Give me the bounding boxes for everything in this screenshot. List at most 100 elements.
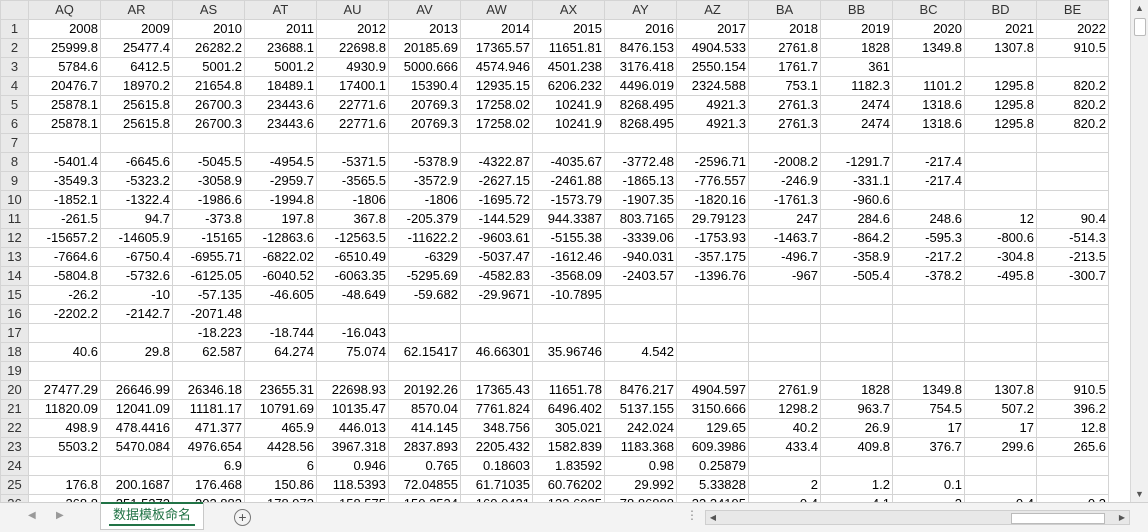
cell[interactable] [1036, 171, 1109, 191]
cell[interactable]: 2 [892, 494, 965, 502]
cell[interactable]: 305.021 [532, 418, 605, 438]
column-header[interactable]: BB [820, 0, 893, 20]
cell[interactable]: 2009 [100, 19, 173, 39]
cell[interactable] [100, 323, 173, 343]
cell[interactable] [820, 456, 893, 476]
select-all-corner[interactable] [0, 0, 29, 20]
cell[interactable]: -217.2 [892, 247, 965, 267]
cell[interactable]: 10241.9 [532, 95, 605, 115]
cell[interactable]: -261.5 [28, 209, 101, 229]
cell[interactable] [316, 133, 389, 153]
cell[interactable]: -1612.46 [532, 247, 605, 267]
cell[interactable]: 6206.232 [532, 76, 605, 96]
cell[interactable]: 1349.8 [892, 38, 965, 58]
cell[interactable]: -1753.93 [676, 228, 749, 248]
cell[interactable] [748, 456, 821, 476]
cell[interactable]: 242.024 [604, 418, 677, 438]
column-header[interactable]: BE [1036, 0, 1109, 20]
cell[interactable]: 3176.418 [604, 57, 677, 77]
cell[interactable]: -6125.05 [172, 266, 245, 286]
cell[interactable]: 23688.1 [244, 38, 317, 58]
cell[interactable]: 17258.02 [460, 114, 533, 134]
cell[interactable]: 0.765 [388, 456, 461, 476]
cell[interactable]: 94.7 [100, 209, 173, 229]
cell[interactable] [460, 304, 533, 324]
cell[interactable]: -5378.9 [388, 152, 461, 172]
cell[interactable] [820, 361, 893, 381]
cell[interactable]: -1806 [316, 190, 389, 210]
cell[interactable]: 478.4416 [100, 418, 173, 438]
cell[interactable]: 2 [748, 475, 821, 495]
column-header[interactable]: AX [532, 0, 605, 20]
cell[interactable]: 2012 [316, 19, 389, 39]
cell[interactable]: 35.96746 [532, 342, 605, 362]
cell[interactable]: 1295.8 [964, 76, 1037, 96]
cell[interactable]: 6.9 [172, 456, 245, 476]
cell[interactable]: 4428.56 [244, 437, 317, 457]
cell[interactable]: -6329 [388, 247, 461, 267]
cell[interactable]: 11651.81 [532, 38, 605, 58]
cell[interactable]: -378.2 [892, 266, 965, 286]
cell[interactable]: 803.7165 [604, 209, 677, 229]
cell[interactable]: -6040.52 [244, 266, 317, 286]
row-header[interactable]: 12 [0, 228, 29, 248]
cell[interactable] [244, 304, 317, 324]
cell[interactable]: 25878.1 [28, 95, 101, 115]
cell[interactable]: 248.6 [892, 209, 965, 229]
cell[interactable]: 22771.6 [316, 114, 389, 134]
cell[interactable]: 90.4 [1036, 209, 1109, 229]
cell[interactable]: 1307.8 [964, 38, 1037, 58]
cell[interactable]: 23443.6 [244, 95, 317, 115]
cell[interactable]: 2020 [892, 19, 965, 39]
cell[interactable]: 1828 [820, 38, 893, 58]
cell[interactable]: 0.18603 [460, 456, 533, 476]
cell[interactable]: -496.7 [748, 247, 821, 267]
cell[interactable]: -357.175 [676, 247, 749, 267]
cell[interactable]: 10791.69 [244, 399, 317, 419]
cell[interactable]: 1295.8 [964, 114, 1037, 134]
cell[interactable]: -6955.71 [172, 247, 245, 267]
cell[interactable]: -5804.8 [28, 266, 101, 286]
cell[interactable]: 2016 [604, 19, 677, 39]
cell[interactable]: 17 [964, 418, 1037, 438]
cell[interactable] [244, 361, 317, 381]
cell[interactable]: -1907.35 [604, 190, 677, 210]
cell[interactable]: 25615.8 [100, 95, 173, 115]
cell[interactable]: -2596.71 [676, 152, 749, 172]
cell[interactable]: 4921.3 [676, 95, 749, 115]
cell[interactable] [604, 304, 677, 324]
cell[interactable]: -59.682 [388, 285, 461, 305]
cell[interactable]: 2017 [676, 19, 749, 39]
cell[interactable] [892, 323, 965, 343]
cell[interactable]: 160.0421 [460, 494, 533, 502]
cell[interactable]: -6750.4 [100, 247, 173, 267]
cell[interactable]: 20185.69 [388, 38, 461, 58]
cell[interactable] [892, 285, 965, 305]
cell[interactable] [892, 304, 965, 324]
cell[interactable]: 3967.318 [316, 437, 389, 457]
row-header[interactable]: 8 [0, 152, 29, 172]
column-header[interactable]: AQ [28, 0, 101, 20]
cell[interactable]: -29.9671 [460, 285, 533, 305]
cell[interactable]: 396.2 [1036, 399, 1109, 419]
cell[interactable] [604, 323, 677, 343]
cell[interactable] [316, 304, 389, 324]
cell[interactable]: -304.8 [964, 247, 1037, 267]
cell[interactable]: 40.6 [28, 342, 101, 362]
cell[interactable]: 820.2 [1036, 95, 1109, 115]
cell[interactable]: 1761.7 [748, 57, 821, 77]
column-header[interactable]: AW [460, 0, 533, 20]
cell[interactable]: 26.9 [820, 418, 893, 438]
cell[interactable]: -6510.49 [316, 247, 389, 267]
cell[interactable]: -6822.02 [244, 247, 317, 267]
cell[interactable]: 284.6 [820, 209, 893, 229]
cell[interactable]: -1322.4 [100, 190, 173, 210]
cell[interactable]: -2403.57 [604, 266, 677, 286]
cell[interactable] [964, 152, 1037, 172]
cell[interactable]: 5784.6 [28, 57, 101, 77]
cell[interactable]: 6412.5 [100, 57, 173, 77]
row-header[interactable]: 23 [0, 437, 29, 457]
cell[interactable]: 2761.8 [748, 38, 821, 58]
cell[interactable]: 367.8 [316, 209, 389, 229]
cell[interactable]: 150.2524 [388, 494, 461, 502]
